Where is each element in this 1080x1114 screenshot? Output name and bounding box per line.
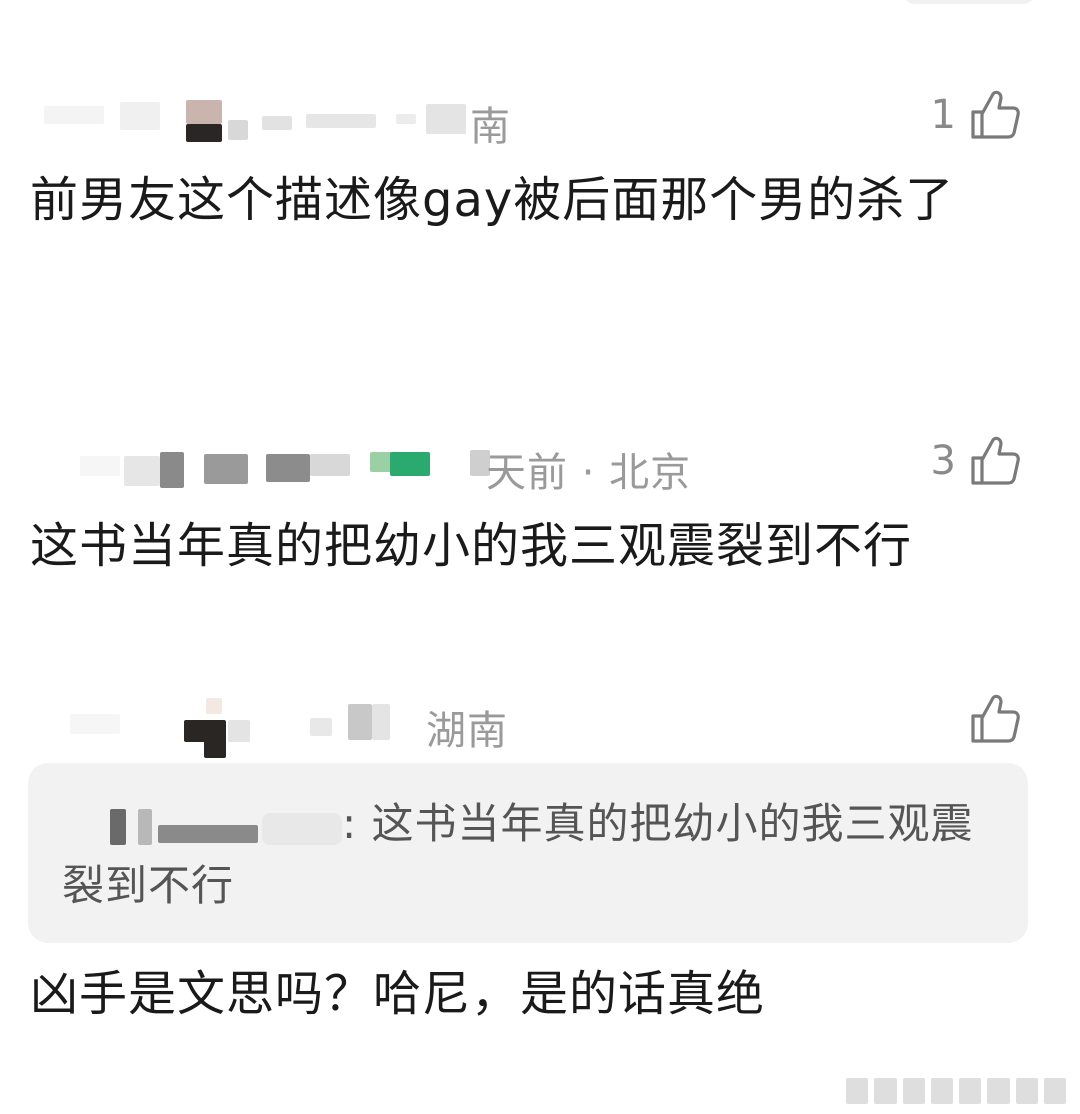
like-button[interactable] bbox=[968, 684, 1022, 754]
comment-location: 南 bbox=[470, 104, 511, 150]
watermark bbox=[846, 1076, 1066, 1104]
like-button[interactable]: 1 bbox=[931, 80, 1022, 150]
quoted-reply-content: : 这书当年真的把幼小的我三观震裂到不行 bbox=[62, 793, 1002, 917]
username-redacted bbox=[124, 456, 160, 486]
avatar-redacted bbox=[206, 698, 222, 714]
like-count: 1 bbox=[930, 92, 956, 138]
username-redacted bbox=[70, 714, 120, 734]
username-redacted bbox=[80, 456, 120, 476]
location-redacted bbox=[426, 104, 466, 134]
username-redacted bbox=[266, 454, 310, 482]
username-redacted bbox=[310, 718, 332, 736]
comment-meta: 湖南 bbox=[0, 684, 1080, 758]
comment-location: 湖南 bbox=[426, 708, 508, 754]
username-redacted bbox=[204, 454, 248, 484]
username-redacted bbox=[44, 106, 104, 124]
username-redacted bbox=[396, 114, 416, 124]
avatar-redacted bbox=[204, 738, 226, 758]
like-button[interactable]: 3 bbox=[931, 426, 1022, 496]
like-count: 3 bbox=[930, 438, 956, 484]
avatar-redacted bbox=[186, 124, 222, 142]
quoted-username-redacted bbox=[62, 805, 342, 849]
comment-meta-text: 天前 · 北京 bbox=[486, 450, 692, 496]
comment-meta: 天前 · 北京 3 bbox=[0, 426, 1080, 496]
comment-text: 这书当年真的把幼小的我三观震裂到不行 bbox=[30, 518, 913, 574]
top-bar-chip bbox=[903, 0, 1035, 4]
username-redacted bbox=[306, 114, 376, 128]
username-redacted bbox=[120, 102, 160, 130]
username-redacted bbox=[228, 120, 248, 140]
comment-text: 前男友这个描述像gay被后面那个男的杀了 bbox=[30, 172, 955, 228]
comment-text: 凶手是文思吗？哈尼，是的话真绝 bbox=[30, 966, 766, 1022]
quoted-reply[interactable]: : 这书当年真的把幼小的我三观震裂到不行 bbox=[28, 763, 1028, 943]
thumbs-up-icon[interactable] bbox=[968, 434, 1022, 488]
thumbs-up-icon[interactable] bbox=[968, 692, 1022, 746]
username-redacted bbox=[372, 704, 390, 740]
username-redacted bbox=[348, 704, 372, 740]
avatar-redacted bbox=[186, 100, 222, 124]
username-redacted bbox=[262, 116, 292, 130]
username-redacted bbox=[160, 452, 184, 488]
username-redacted bbox=[228, 720, 250, 742]
comment-meta: 南 1 bbox=[0, 80, 1080, 150]
thumbs-up-icon[interactable] bbox=[968, 88, 1022, 142]
badge-redacted bbox=[390, 452, 430, 476]
username-redacted bbox=[310, 454, 350, 476]
